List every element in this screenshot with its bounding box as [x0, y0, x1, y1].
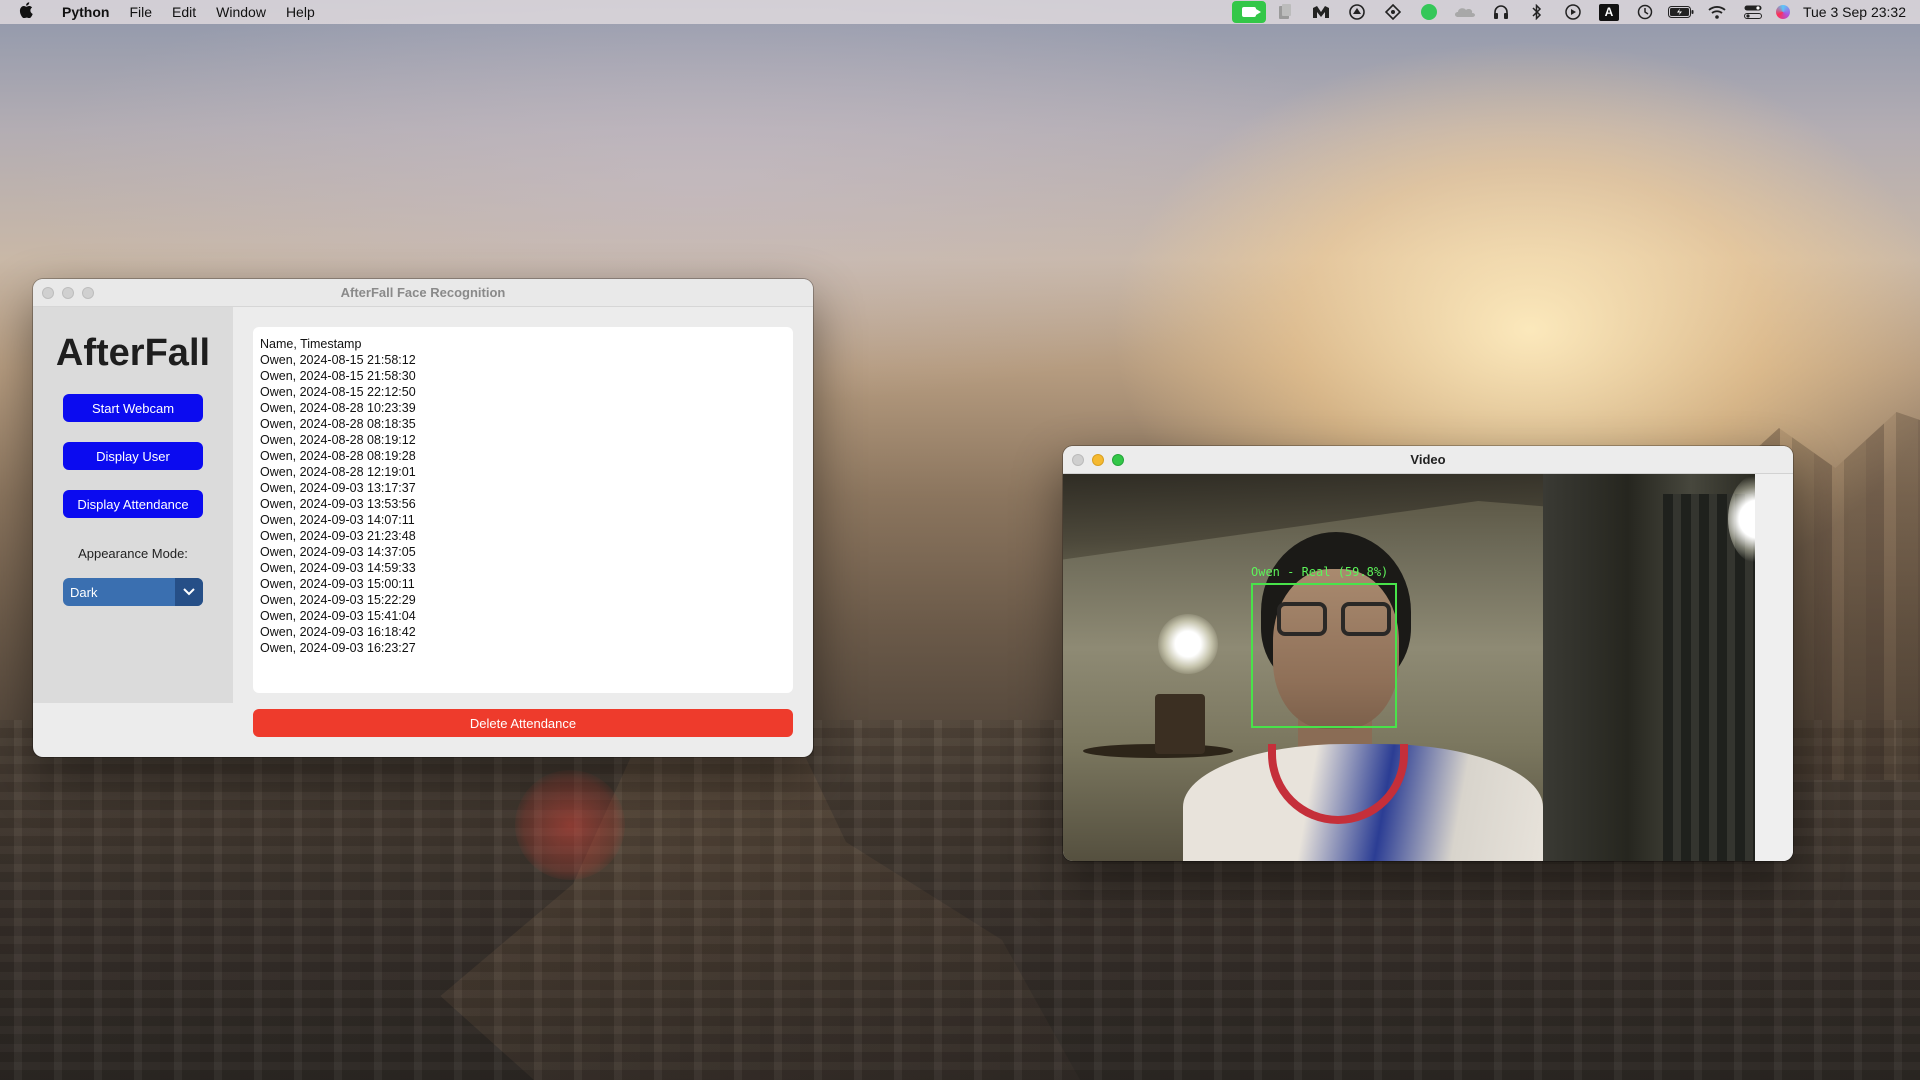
menu-app-name[interactable]: Python — [52, 4, 119, 20]
attendance-line: Owen, 2024-09-03 15:00:11 — [260, 577, 415, 591]
time-machine-icon[interactable] — [1627, 0, 1663, 24]
menu-help[interactable]: Help — [276, 4, 325, 20]
dropzone-icon[interactable] — [1375, 0, 1411, 24]
face-bounding-box — [1251, 583, 1397, 728]
display-user-button[interactable]: Display User — [63, 442, 203, 470]
attendance-line: Owen, 2024-09-03 14:37:05 — [260, 545, 416, 559]
chevron-down-icon[interactable] — [175, 578, 203, 606]
control-center-icon[interactable] — [1735, 0, 1771, 24]
video-side-strip — [1755, 474, 1793, 861]
minimize-icon[interactable] — [1092, 454, 1104, 466]
attendance-line: Owen, 2024-08-28 08:19:12 — [260, 433, 416, 447]
play-icon[interactable] — [1555, 0, 1591, 24]
cloud-icon[interactable] — [1447, 0, 1483, 24]
attendance-line: Owen, 2024-09-03 14:07:11 — [260, 513, 415, 527]
attendance-line: Name, Timestamp — [260, 337, 362, 351]
attendance-line: Owen, 2024-09-03 21:23:48 — [260, 529, 416, 543]
minimize-icon[interactable] — [62, 287, 74, 299]
attendance-line: Owen, 2024-08-28 10:23:39 — [260, 401, 416, 415]
attendance-line: Owen, 2024-09-03 16:23:27 — [260, 641, 416, 655]
traffic-lights — [1072, 454, 1124, 466]
display-attendance-button[interactable]: Display Attendance — [63, 490, 203, 518]
line-icon[interactable] — [1411, 0, 1447, 24]
attendance-line: Owen, 2024-08-28 12:19:01 — [260, 465, 416, 479]
drive-icon[interactable] — [1339, 0, 1375, 24]
clipboard-icon[interactable] — [1267, 0, 1303, 24]
attendance-line: Owen, 2024-08-28 08:19:28 — [260, 449, 416, 463]
menu-window[interactable]: Window — [206, 4, 276, 20]
window-title: Video — [1410, 452, 1446, 467]
attendance-line: Owen, 2024-08-15 21:58:30 — [260, 369, 416, 383]
menu-edit[interactable]: Edit — [162, 4, 206, 20]
window-title: AfterFall Face Recognition — [340, 285, 506, 300]
lamp-base — [1155, 694, 1205, 754]
video-window: Video Owen - Real (59.8%) — [1063, 446, 1793, 861]
wifi-icon[interactable] — [1699, 0, 1735, 24]
bluetooth-icon[interactable] — [1519, 0, 1555, 24]
zoom-icon[interactable] — [82, 287, 94, 299]
appearance-mode-value: Dark — [70, 584, 98, 600]
video-titlebar[interactable]: Video — [1063, 446, 1793, 474]
app-logo: AfterFall — [55, 332, 211, 374]
attendance-line: Owen, 2024-08-15 22:12:50 — [260, 385, 416, 399]
status-area: A Tue 3 Sep 23:32 — [1231, 0, 1906, 24]
traffic-lights — [42, 287, 94, 299]
sidebar: AfterFall Start Webcam Display User Disp… — [33, 307, 233, 703]
battery-icon[interactable] — [1663, 0, 1699, 24]
input-letter: A — [1598, 3, 1619, 21]
attendance-line: Owen, 2024-08-28 08:18:35 — [260, 417, 416, 431]
appearance-mode-label: Appearance Mode: — [78, 546, 188, 561]
attendance-line: Owen, 2024-09-03 16:18:42 — [260, 625, 416, 639]
lamp-light — [1158, 614, 1218, 674]
menu-bar: Python File Edit Window Help A Tue 3 Sep… — [0, 0, 1920, 24]
attendance-textbox[interactable]: Name, Timestamp Owen, 2024-08-15 21:58:12… — [253, 327, 793, 693]
facetime-icon[interactable] — [1231, 0, 1267, 24]
close-icon[interactable] — [1072, 454, 1084, 466]
attendance-line: Owen, 2024-09-03 15:22:29 — [260, 593, 416, 607]
attendance-line: Owen, 2024-09-03 14:59:33 — [260, 561, 416, 575]
webcam-feed: Owen - Real (59.8%) — [1063, 474, 1755, 861]
attendance-line: Owen, 2024-09-03 15:41:04 — [260, 609, 416, 623]
m-icon[interactable] — [1303, 0, 1339, 24]
siri-icon[interactable] — [1771, 0, 1795, 24]
attendance-line: Owen, 2024-08-15 21:58:12 — [260, 353, 416, 367]
attendance-line: Owen, 2024-09-03 13:17:37 — [260, 481, 416, 495]
delete-attendance-button[interactable]: Delete Attendance — [253, 709, 793, 737]
wallpaper-lens-flare — [515, 770, 625, 880]
apple-menu-icon[interactable] — [0, 1, 52, 23]
close-icon[interactable] — [42, 287, 54, 299]
zoom-icon[interactable] — [1112, 454, 1124, 466]
headphones-icon[interactable] — [1483, 0, 1519, 24]
menu-file[interactable]: File — [119, 4, 162, 20]
start-webcam-button[interactable]: Start Webcam — [63, 394, 203, 422]
input-a-icon[interactable]: A — [1591, 0, 1627, 24]
attendance-line: Owen, 2024-09-03 13:53:56 — [260, 497, 416, 511]
appearance-mode-dropdown[interactable]: Dark — [63, 578, 203, 606]
face-detection-label: Owen - Real (59.8%) — [1251, 565, 1389, 579]
menu-datetime[interactable]: Tue 3 Sep 23:32 — [1795, 4, 1906, 20]
afterfall-titlebar[interactable]: AfterFall Face Recognition — [33, 279, 813, 307]
afterfall-window: AfterFall Face Recognition AfterFall Sta… — [33, 279, 813, 757]
